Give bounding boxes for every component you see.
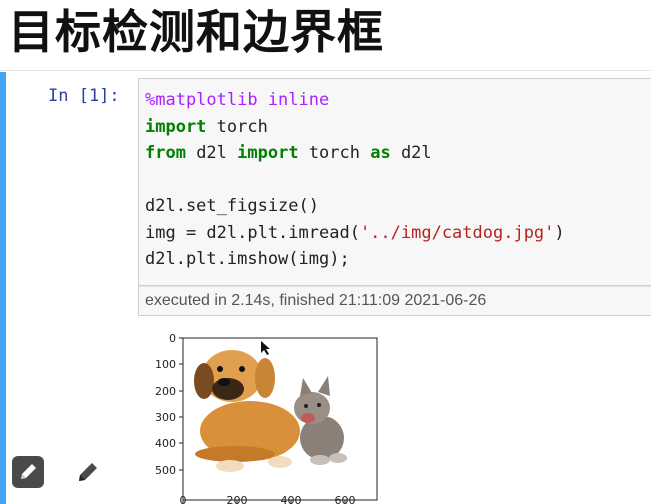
y-tick-label: 300 — [155, 411, 176, 424]
execution-info-bar: executed in 2.14s, finished 21:11:09 202… — [138, 286, 651, 316]
code-token: torch — [298, 143, 371, 163]
code-keyword: from — [145, 143, 186, 163]
code-token: ) — [554, 222, 565, 243]
code-token: img = d2l.plt.imread( — [145, 222, 360, 243]
y-tick-label: 100 — [155, 358, 176, 371]
page-title: 目标检测和边界框 — [8, 5, 384, 59]
x-tick-label: 400 — [281, 494, 302, 504]
code-token: torch — [206, 116, 268, 137]
pencil-icon — [21, 464, 36, 479]
pencil-icon — [79, 463, 97, 481]
code-token: d2l — [185, 143, 238, 163]
title-divider — [0, 70, 651, 71]
edit-button[interactable] — [12, 456, 44, 488]
code-keyword: import — [237, 143, 299, 163]
x-tick-label: 600 — [335, 494, 356, 504]
y-tick-label: 500 — [155, 464, 176, 477]
image-output: 0 100 200 300 400 500 0 200 400 600 — [155, 332, 378, 504]
x-tick-label: 200 — [227, 494, 248, 504]
code-magic: %matplotlib inline — [145, 90, 330, 110]
code-line: d2l.set_figsize() — [145, 196, 319, 216]
code-keyword: import — [145, 116, 207, 137]
code-token: d2l — [390, 143, 432, 163]
code-text: %matplotlib inline import torch from d2l… — [145, 87, 565, 273]
code-input[interactable]: %matplotlib inline import torch from d2l… — [138, 78, 651, 286]
x-tick-label: 0 — [180, 494, 187, 504]
execution-info: executed in 2.14s, finished 21:11:09 202… — [145, 292, 487, 309]
cell-selection-bar — [0, 72, 6, 504]
cell-prompt: In [1]: — [48, 86, 120, 106]
code-line: d2l.plt.imshow(img); — [145, 249, 350, 269]
code-string: '../img/catdog.jpg' — [359, 222, 555, 243]
y-tick-label: 200 — [155, 385, 176, 398]
code-keyword: as — [370, 143, 391, 163]
y-axis: 0 100 200 300 400 500 — [155, 332, 183, 477]
edit-button-secondary[interactable] — [72, 456, 104, 488]
y-tick-label: 0 — [169, 332, 176, 345]
y-tick-label: 400 — [155, 437, 176, 450]
